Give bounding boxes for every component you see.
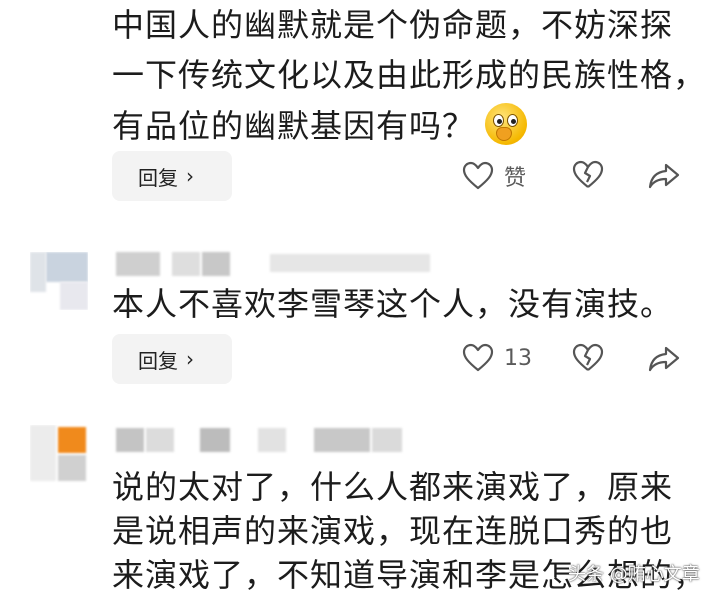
share-arrow-icon (648, 346, 680, 372)
comment-3-avatar[interactable] (30, 425, 88, 483)
comment-2-like-button[interactable]: 13 (462, 343, 532, 373)
comment-1-share-button[interactable] (648, 162, 680, 190)
heart-outline-icon (462, 343, 494, 372)
share-arrow-icon (648, 163, 680, 189)
like-label: 赞 (504, 166, 527, 191)
comment-1-dislike-button[interactable] (572, 160, 604, 190)
heart-outline-icon (462, 161, 494, 190)
comment-1-like-button[interactable]: 赞 (462, 160, 526, 192)
comment-1-reply-button[interactable]: 回复 › (112, 151, 232, 201)
chevron-right-icon: › (186, 164, 194, 188)
comment-2-dislike-button[interactable] (572, 343, 604, 373)
watermark: 头条 @贿心文章 (568, 564, 700, 585)
comment-1-line-1: 中国人的幽默就是个伪命题，不妨深探 (112, 6, 674, 44)
reply-label: 回复 (138, 348, 178, 373)
comment-2-avatar[interactable] (30, 252, 88, 310)
comment-3-line-2: 是说相声的来演戏，现在连脱口秀的也 (112, 512, 674, 550)
reply-label: 回复 (138, 165, 178, 190)
comment-1-text: 中国人的幽默就是个伪命题，不妨深探 一下传统文化以及由此形成的民族性格， 有品位… (112, 3, 706, 148)
comment-1-line-3: 有品位的幽默基因有吗？ (112, 103, 706, 148)
broken-heart-icon (572, 343, 604, 371)
shushing-face-emoji (485, 103, 528, 145)
comment-1-line-3-text: 有品位的幽默基因有吗？ (112, 107, 476, 145)
comment-2-reply-button[interactable]: 回复 › (112, 334, 232, 384)
like-count: 13 (504, 345, 532, 371)
comment-2-share-button[interactable] (648, 345, 680, 373)
broken-heart-icon (572, 160, 604, 188)
comment-3-line-1: 说的太对了，什么人都来演戏了，原来 (112, 468, 674, 506)
comment-2-text: 本人不喜欢李雪琴这个人，没有演技。 (112, 282, 673, 326)
comment-2-line-1: 本人不喜欢李雪琴这个人，没有演技。 (112, 285, 674, 323)
chevron-right-icon: › (186, 347, 194, 371)
comment-1-line-2: 一下传统文化以及由此形成的民族性格， (112, 56, 707, 94)
